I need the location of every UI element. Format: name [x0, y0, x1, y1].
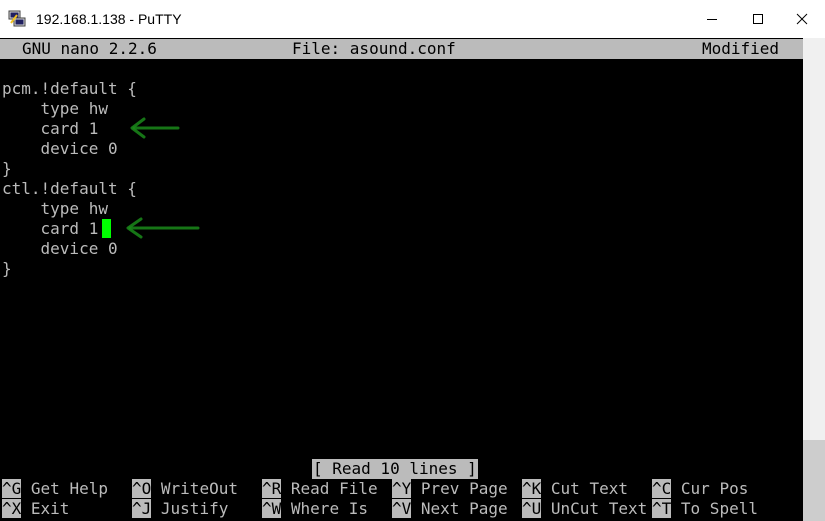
- shortcut-label: Justify: [160, 499, 229, 518]
- shortcut-label: Cut Text: [550, 479, 628, 498]
- window-title-bar[interactable]: 192.168.1.138 - PuTTY: [0, 0, 825, 38]
- shortcut-justify[interactable]: ^J Justify: [132, 499, 228, 519]
- shortcut-label: Where Is: [290, 499, 368, 518]
- shortcut-writeout[interactable]: ^O WriteOut: [132, 479, 238, 499]
- shortcut-key: ^C: [652, 479, 672, 498]
- shortcut-key: ^K: [522, 479, 542, 498]
- shortcut-key: ^U: [522, 499, 542, 518]
- nano-status-message: [ Read 10 lines ]: [312, 459, 478, 479]
- file-line-2[interactable]: type hw: [2, 99, 108, 119]
- nano-modified-flag: Modified: [702, 39, 780, 58]
- maximize-button[interactable]: [735, 0, 781, 38]
- nano-version: GNU nano 2.2.6: [22, 39, 157, 58]
- file-line-8[interactable]: card 1: [2, 219, 99, 239]
- shortcut-cut-text[interactable]: ^K Cut Text: [522, 479, 628, 499]
- file-line-4[interactable]: device 0: [2, 139, 118, 159]
- maximize-icon: [753, 14, 763, 24]
- shortcut-key: ^J: [132, 499, 152, 518]
- shortcut-uncut-text[interactable]: ^U UnCut Text: [522, 499, 647, 519]
- file-line-7[interactable]: type hw: [2, 199, 108, 219]
- terminal-area[interactable]: [0, 38, 803, 521]
- shortcut-read-file[interactable]: ^R Read File: [262, 479, 378, 499]
- shortcut-key: ^Y: [392, 479, 412, 498]
- shortcut-key: ^V: [392, 499, 412, 518]
- shortcut-get-help[interactable]: ^G Get Help: [2, 479, 108, 499]
- file-line-6[interactable]: ctl.!default {: [2, 179, 137, 199]
- text-cursor: [102, 219, 111, 238]
- shortcut-next-page[interactable]: ^V Next Page: [392, 499, 508, 519]
- shortcut-label: WriteOut: [160, 479, 238, 498]
- window-title: 192.168.1.138 - PuTTY: [36, 11, 182, 27]
- shortcut-label: Exit: [30, 499, 70, 518]
- shortcut-to-spell[interactable]: ^T To Spell: [652, 499, 758, 519]
- shortcut-label: Next Page: [420, 499, 508, 518]
- shortcut-key: ^T: [652, 499, 672, 518]
- shortcut-key: ^G: [2, 479, 22, 498]
- shortcut-label: To Spell: [680, 499, 758, 518]
- annotation-arrow-icon: [126, 217, 200, 239]
- shortcut-label: Read File: [290, 479, 378, 498]
- shortcut-exit[interactable]: ^X Exit: [2, 499, 69, 519]
- putty-icon: [8, 10, 26, 28]
- minimize-icon: [707, 19, 717, 20]
- shortcut-prev-page[interactable]: ^Y Prev Page: [392, 479, 508, 499]
- shortcut-label: UnCut Text: [550, 499, 648, 518]
- shortcut-key: ^X: [2, 499, 22, 518]
- scrollbar-thumb[interactable]: [803, 440, 825, 521]
- minimize-button[interactable]: [689, 0, 735, 38]
- file-line-5[interactable]: }: [2, 159, 12, 179]
- file-line-3[interactable]: card 1: [2, 119, 99, 139]
- shortcut-key: ^O: [132, 479, 152, 498]
- annotation-arrow-icon: [130, 117, 180, 139]
- close-button[interactable]: [779, 0, 825, 38]
- file-line-9[interactable]: device 0: [2, 239, 118, 259]
- file-line-10[interactable]: }: [2, 259, 12, 279]
- nano-filename: File: asound.conf: [292, 39, 456, 58]
- shortcut-key: ^W: [262, 499, 282, 518]
- shortcut-label: Cur Pos: [680, 479, 749, 498]
- file-line-1[interactable]: pcm.!default {: [2, 79, 137, 99]
- shortcut-cur-pos[interactable]: ^C Cur Pos: [652, 479, 748, 499]
- close-icon: [796, 13, 808, 25]
- shortcut-key: ^R: [262, 479, 282, 498]
- shortcut-label: Get Help: [30, 479, 108, 498]
- shortcut-where-is[interactable]: ^W Where Is: [262, 499, 368, 519]
- shortcut-label: Prev Page: [420, 479, 508, 498]
